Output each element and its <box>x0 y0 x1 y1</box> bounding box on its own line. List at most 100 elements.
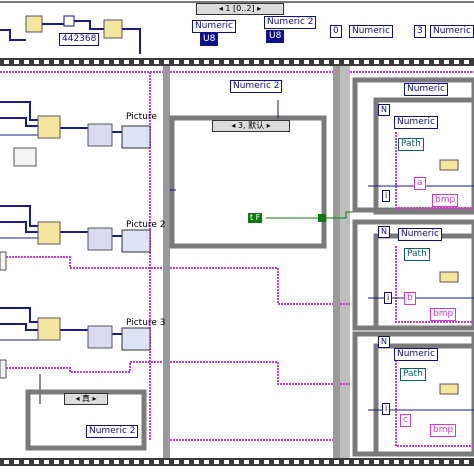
film-hole <box>394 60 399 64</box>
loop-index-i-1: i <box>382 190 391 202</box>
sequence-frame-selector[interactable]: ◂ 1 [0..2] ▸ <box>196 3 284 15</box>
film-hole <box>234 460 239 464</box>
film-hole <box>274 460 279 464</box>
unbundle-icon <box>37 317 61 341</box>
film-hole <box>134 460 139 464</box>
numeric-2-terminal: Numeric 2 <box>230 80 283 93</box>
picture-terminal-icon <box>121 229 151 253</box>
film-hole <box>244 460 249 464</box>
for-loop-inner-3 <box>373 343 474 457</box>
frame-divider-2 <box>333 66 340 458</box>
film-hole <box>264 460 269 464</box>
unbundle-icon <box>37 115 61 139</box>
film-hole <box>54 460 59 464</box>
film-hole <box>314 60 319 64</box>
film-hole <box>294 460 299 464</box>
film-hole <box>284 460 289 464</box>
edge-node-icon <box>0 251 7 271</box>
concat-string-icon <box>439 271 459 283</box>
film-hole <box>284 60 289 64</box>
numeric-right-label-1: Numeric <box>349 25 393 38</box>
loop-count-n-1: N <box>378 104 390 116</box>
film-hole <box>434 60 439 64</box>
film-hole <box>44 60 49 64</box>
index-array-icon <box>25 15 43 33</box>
film-hole <box>34 460 39 464</box>
film-hole <box>454 60 459 64</box>
constant-array-icon <box>13 147 37 167</box>
film-hole <box>454 460 459 464</box>
film-hole <box>134 60 139 64</box>
film-hole <box>174 460 179 464</box>
film-hole <box>104 60 109 64</box>
path-frame-2: Path <box>404 248 430 261</box>
film-hole <box>14 460 19 464</box>
string-c: c <box>400 414 411 427</box>
loop-index-i-3: i <box>382 403 391 415</box>
film-hole <box>344 460 349 464</box>
case-selector-true[interactable]: ◂ 真 ▸ <box>64 393 108 405</box>
film-hole <box>174 60 179 64</box>
bool-tunnel <box>318 214 326 222</box>
film-hole <box>254 60 259 64</box>
film-hole <box>94 60 99 64</box>
concat-string-icon <box>439 383 459 395</box>
film-hole <box>394 460 399 464</box>
picture-1-label: Picture <box>126 112 157 122</box>
film-hole <box>464 460 469 464</box>
film-hole <box>154 60 159 64</box>
film-hole <box>204 460 209 464</box>
film-hole <box>154 460 159 464</box>
film-hole <box>194 460 199 464</box>
film-hole <box>34 60 39 64</box>
loop-count-n-3: N <box>378 336 390 348</box>
concat-string-icon <box>439 159 459 171</box>
film-hole <box>224 60 229 64</box>
film-hole <box>434 460 439 464</box>
numeric-right-label-2: Numeric <box>430 25 474 38</box>
film-hole <box>414 60 419 64</box>
film-hole <box>384 460 389 464</box>
film-hole <box>74 460 79 464</box>
path-frame-1: Path <box>398 138 424 151</box>
film-hole <box>334 460 339 464</box>
film-hole <box>4 60 9 64</box>
numeric-2-type-u8: U8 <box>266 30 285 43</box>
draw-picture-icon <box>87 227 113 251</box>
film-hole <box>124 60 129 64</box>
numeric-constant-442368: 442368 <box>59 33 100 46</box>
film-hole <box>404 60 409 64</box>
film-hole <box>144 460 149 464</box>
film-hole <box>54 60 59 64</box>
film-hole <box>324 60 329 64</box>
film-hole <box>444 60 449 64</box>
path-frame-3: Path <box>400 368 426 381</box>
numeric-label: Numeric <box>192 20 236 33</box>
film-hole <box>304 460 309 464</box>
film-hole <box>374 460 379 464</box>
picture-terminal-icon <box>121 125 151 149</box>
case-structure-middle <box>169 115 327 249</box>
film-hole <box>314 460 319 464</box>
film-hole <box>184 460 189 464</box>
film-hole <box>244 60 249 64</box>
film-hole <box>414 460 419 464</box>
film-hole <box>334 60 339 64</box>
film-hole <box>354 460 359 464</box>
film-hole <box>444 460 449 464</box>
string-a: a <box>414 177 426 190</box>
film-hole <box>364 460 369 464</box>
string-bmp-3: bmp <box>430 424 457 437</box>
case-selector-default[interactable]: ◂ 3, 默认 ▸ <box>212 120 290 132</box>
film-hole <box>424 60 429 64</box>
picture-2-label: Picture 2 <box>126 220 166 230</box>
frame-divider-2b <box>340 66 350 458</box>
film-hole <box>124 460 129 464</box>
film-hole <box>164 460 169 464</box>
film-hole <box>384 60 389 64</box>
film-hole <box>94 460 99 464</box>
film-hole <box>254 460 259 464</box>
film-hole <box>64 460 69 464</box>
numeric-2-label: Numeric 2 <box>264 16 317 29</box>
film-hole <box>144 60 149 64</box>
